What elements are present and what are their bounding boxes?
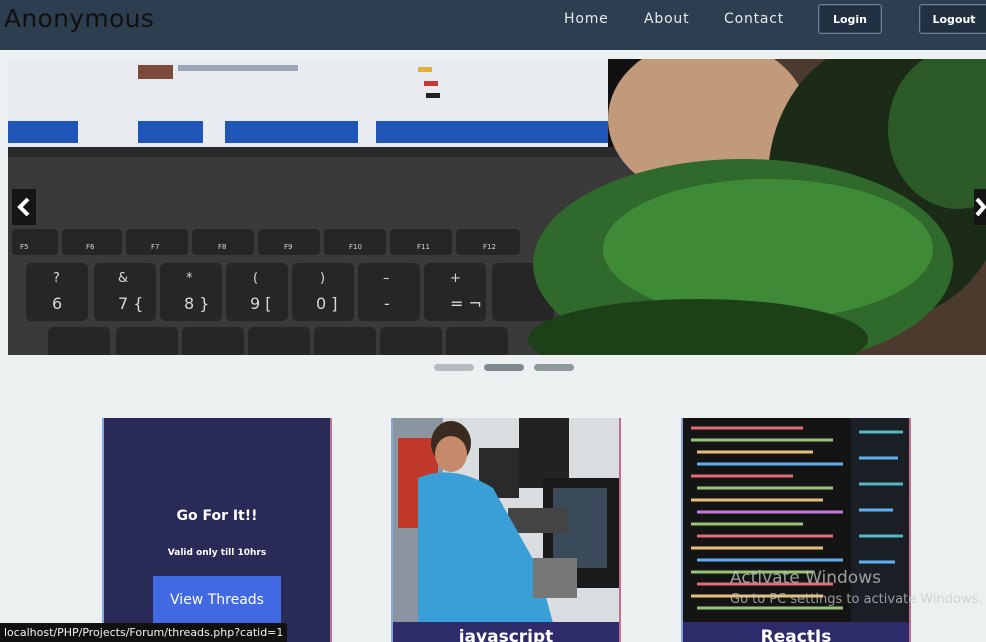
reactjs-card[interactable]: ReactJs: [681, 418, 911, 642]
key-8: 8 }: [184, 294, 210, 313]
promo-subtitle: Valid only till 10hrs: [167, 548, 267, 558]
carousel-indicator-2[interactable]: [484, 364, 524, 371]
carousel-indicator-1[interactable]: [434, 364, 474, 371]
key-question: ?: [53, 271, 60, 286]
nav-link-home[interactable]: Home: [564, 11, 609, 27]
nav-link-contact[interactable]: Contact: [724, 11, 784, 27]
carousel-indicator-3[interactable]: [534, 364, 574, 371]
reactjs-card-title[interactable]: ReactJs: [683, 622, 909, 642]
key-f5: F5: [20, 243, 29, 251]
chevron-right-icon: [975, 197, 986, 217]
status-bar-url: localhost/PHP/Projects/Forum/threads.php…: [0, 623, 288, 642]
key-f9: F9: [284, 243, 293, 251]
image-carousel: F5 F6 F7 F8 F9 F10 F11 F12 ? & * ( ) – +…: [8, 59, 986, 355]
key-9: 9 [: [250, 294, 272, 313]
keyboard-keys: F5 F6 F7 F8 F9 F10 F11 F12 ? & * ( ) – +…: [8, 59, 986, 355]
key-equals: = ¬: [450, 294, 482, 313]
nav-link-about[interactable]: About: [644, 11, 689, 27]
key-ampersand: &: [118, 271, 129, 286]
javascript-card[interactable]: javascript: [391, 418, 621, 642]
navbar: Anonymous Home About Contact Login Logou…: [0, 0, 986, 50]
key-f6: F6: [86, 243, 95, 251]
key-f12: F12: [483, 243, 496, 251]
javascript-card-image: [393, 418, 619, 642]
key-6: 6: [52, 294, 63, 313]
promo-card: Go For It!! Valid only till 10hrs View T…: [102, 418, 332, 642]
view-threads-button[interactable]: View Threads: [153, 576, 281, 624]
key-f8: F8: [218, 243, 227, 251]
activate-windows-watermark: Activate Windows: [730, 568, 881, 588]
logout-button[interactable]: Logout: [919, 4, 986, 34]
chevron-left-icon: [17, 197, 30, 217]
carousel-prev-button[interactable]: [12, 189, 36, 225]
key-f7: F7: [151, 243, 160, 251]
key-lparen: (: [253, 271, 259, 286]
key-asterisk: *: [186, 271, 193, 286]
login-button[interactable]: Login: [818, 4, 882, 34]
activate-windows-hint: Go to PC settings to activate Windows.: [730, 592, 983, 607]
javascript-card-title[interactable]: javascript: [393, 622, 619, 642]
key-0: 0 ]: [316, 294, 338, 313]
promo-title: Go For It!!: [176, 508, 258, 524]
key-dash: –: [383, 271, 390, 286]
key-plus: +: [450, 271, 461, 286]
key-minus: -: [384, 294, 390, 313]
key-f10: F10: [349, 243, 362, 251]
key-7: 7 {: [118, 294, 144, 313]
carousel-next-button[interactable]: [974, 189, 986, 225]
reactjs-card-image: [683, 418, 909, 642]
brand-logo[interactable]: Anonymous: [4, 4, 154, 33]
key-rparen: ): [320, 271, 326, 286]
key-f11: F11: [417, 243, 430, 251]
